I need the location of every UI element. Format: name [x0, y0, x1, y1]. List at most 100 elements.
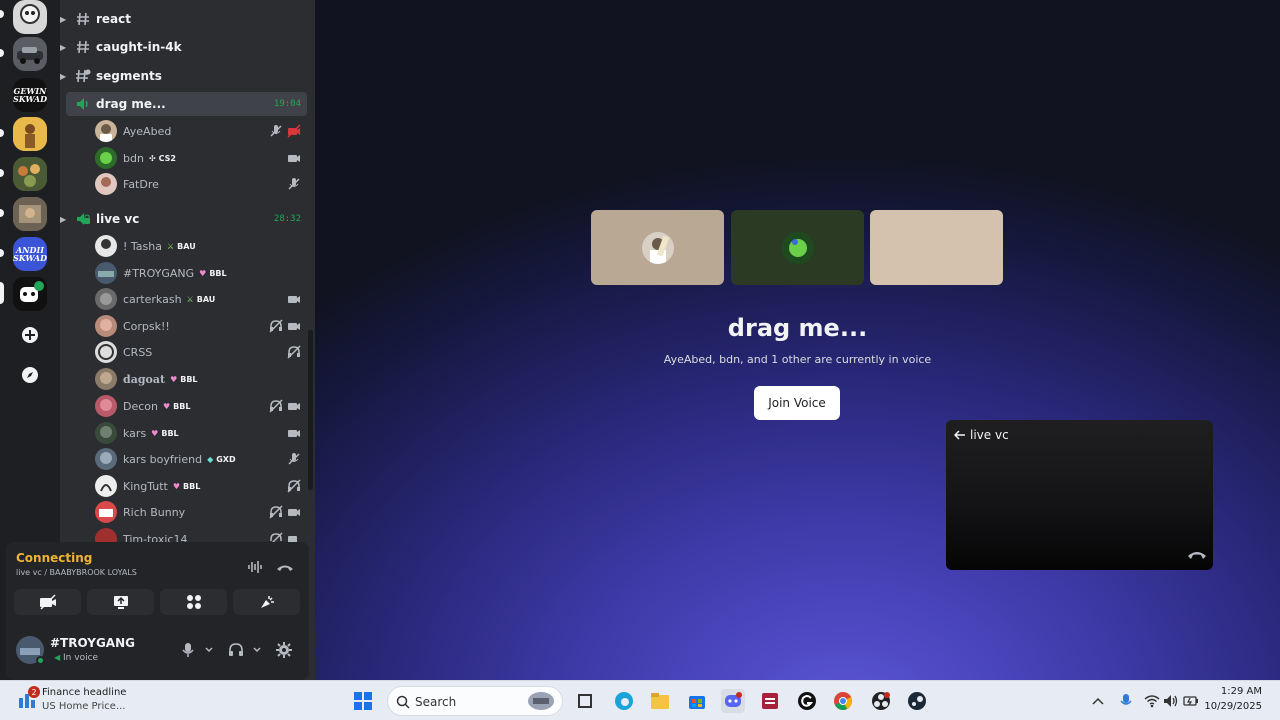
- avatar: [95, 448, 117, 470]
- voice-popout[interactable]: live vc: [946, 420, 1213, 570]
- server-figure[interactable]: [13, 117, 47, 151]
- voice-user[interactable]: kars boyfriend ◆ GXD: [90, 447, 307, 471]
- clan-tag: ♥ BBL: [151, 429, 179, 438]
- username[interactable]: #TROYGANG: [50, 636, 135, 650]
- hash-icon: [74, 10, 92, 28]
- noise-suppression-button[interactable]: [244, 556, 266, 578]
- deafen-button[interactable]: [228, 640, 244, 660]
- clock-date[interactable]: 10/29/2025: [1200, 701, 1262, 712]
- server-avatar[interactable]: [13, 0, 47, 34]
- voice-user[interactable]: Corpsk!!: [90, 314, 307, 338]
- channel-caught-in-4k[interactable]: ▶ caught-in-4k: [60, 35, 307, 59]
- user-panel: #TROYGANG ◀ In voice: [6, 626, 309, 680]
- server-car[interactable]: [13, 37, 47, 71]
- steam-button[interactable]: [905, 689, 929, 713]
- taskbar-search[interactable]: Search: [387, 686, 563, 716]
- participant-tile[interactable]: [731, 210, 864, 285]
- unread-indicator: [0, 10, 4, 18]
- connection-channel-link[interactable]: live vc / BAABYBROOK LOYALS: [16, 568, 137, 577]
- activities-button[interactable]: [160, 589, 227, 615]
- participant-tile[interactable]: [591, 210, 724, 285]
- avatar: [95, 395, 117, 417]
- unread-indicator: [0, 129, 4, 137]
- chrome-button[interactable]: [831, 689, 855, 713]
- sidebar-scrollbar[interactable]: [308, 330, 313, 490]
- settings-button[interactable]: [276, 640, 292, 660]
- voice-user[interactable]: AyeAbed: [90, 119, 307, 143]
- soundboard-button[interactable]: [233, 589, 300, 615]
- battery-icon[interactable]: [1183, 693, 1199, 709]
- server-andii-skwad[interactable]: ANDII SKWAD: [13, 237, 47, 271]
- edge-button[interactable]: [612, 689, 636, 713]
- app-button[interactable]: [795, 689, 819, 713]
- voice-user[interactable]: kars ♥ BBL: [90, 421, 307, 445]
- voice-user[interactable]: ! Tasha ⚔ BAU: [90, 234, 307, 258]
- server-crowd[interactable]: [13, 157, 47, 191]
- voice-user[interactable]: dagoat ♥ BBL: [90, 367, 307, 391]
- avatar: [95, 120, 117, 142]
- discord-taskbar-button[interactable]: [721, 689, 745, 713]
- clan-tag: ✣ CS2: [148, 154, 176, 163]
- store-button[interactable]: [685, 689, 709, 713]
- avatar: [95, 368, 117, 390]
- voice-user[interactable]: CRSS: [90, 340, 307, 364]
- selected-indicator: [0, 282, 4, 304]
- voice-user[interactable]: Decon ♥ BBL: [90, 394, 307, 418]
- file-explorer-button[interactable]: [648, 689, 672, 713]
- channel-segments[interactable]: ▶ segments: [60, 64, 307, 88]
- mic-options-button[interactable]: [204, 640, 214, 660]
- microphone-tray-icon[interactable]: [1118, 693, 1134, 709]
- volume-icon[interactable]: [1163, 693, 1179, 709]
- sword-icon: ⚔: [186, 295, 194, 304]
- clan-tag: ♥ BBL: [170, 375, 198, 384]
- audio-options-button[interactable]: [252, 640, 262, 660]
- channel-drag-me[interactable]: drag me... 19:04: [66, 92, 307, 116]
- compass-icon[interactable]: [13, 358, 47, 392]
- user-status: ◀ In voice: [54, 653, 99, 663]
- chevron-up-icon: [1092, 697, 1104, 705]
- discord-window: GEWIN SKWAD ANDII SKWAD ▶ react ▶ caught…: [0, 0, 1280, 720]
- voice-user[interactable]: bdn ✣ CS2: [90, 146, 307, 170]
- channel-react[interactable]: ▶ react: [60, 7, 307, 31]
- video-icon: [288, 430, 300, 437]
- participant-tile[interactable]: [870, 210, 1003, 285]
- chevron-down-icon: [205, 647, 213, 653]
- start-button[interactable]: [351, 689, 375, 713]
- windows-taskbar: 2 Finance headline US Home Price... Sear…: [0, 680, 1280, 720]
- popout-back-link[interactable]: live vc: [954, 428, 1009, 442]
- gear-icon: [276, 642, 292, 658]
- voice-channel-view: drag me... AyeAbed, bdn, and 1 other are…: [315, 0, 1280, 680]
- heart-icon: ♥: [170, 375, 178, 384]
- server-gewin-skwad[interactable]: GEWIN SKWAD: [13, 78, 47, 112]
- show-hidden-icons-button[interactable]: [1090, 693, 1106, 709]
- mute-button[interactable]: [181, 640, 195, 660]
- server-bot[interactable]: [13, 277, 47, 311]
- news-subtitle: US Home Price...: [42, 701, 126, 712]
- app-button[interactable]: [758, 689, 782, 713]
- voice-user[interactable]: Rich Bunny: [90, 500, 307, 524]
- unread-indicator: [0, 169, 4, 177]
- clock-time[interactable]: 1:29 AM: [1206, 686, 1262, 697]
- disconnect-button[interactable]: [274, 556, 296, 578]
- server-photo[interactable]: [13, 197, 47, 231]
- voice-user[interactable]: #TROYGANG ♥ BBL: [90, 261, 307, 285]
- join-voice-button[interactable]: Join Voice: [754, 386, 840, 420]
- folder-icon: [651, 693, 669, 709]
- task-view-icon: [578, 694, 592, 708]
- channel-live-vc[interactable]: ▶ live vc 28:32: [60, 207, 307, 231]
- voice-user[interactable]: FatDre: [90, 172, 307, 196]
- voice-user[interactable]: carterkash ⚔ BAU: [90, 287, 307, 311]
- steam-icon: [908, 692, 926, 710]
- camera-off-button[interactable]: [14, 589, 81, 615]
- windows-icon: [354, 692, 372, 710]
- obs-button[interactable]: [869, 689, 893, 713]
- hangup-icon[interactable]: [1187, 548, 1207, 560]
- caret-icon: ▶: [60, 42, 67, 52]
- task-view-button[interactable]: [573, 689, 597, 713]
- wifi-icon[interactable]: [1144, 693, 1160, 709]
- mic-off-icon: [288, 178, 300, 190]
- deafen-icon: [269, 399, 283, 413]
- plus-icon[interactable]: [13, 318, 47, 352]
- screen-share-button[interactable]: [87, 589, 154, 615]
- voice-user[interactable]: KingTutt ♥ BBL: [90, 474, 307, 498]
